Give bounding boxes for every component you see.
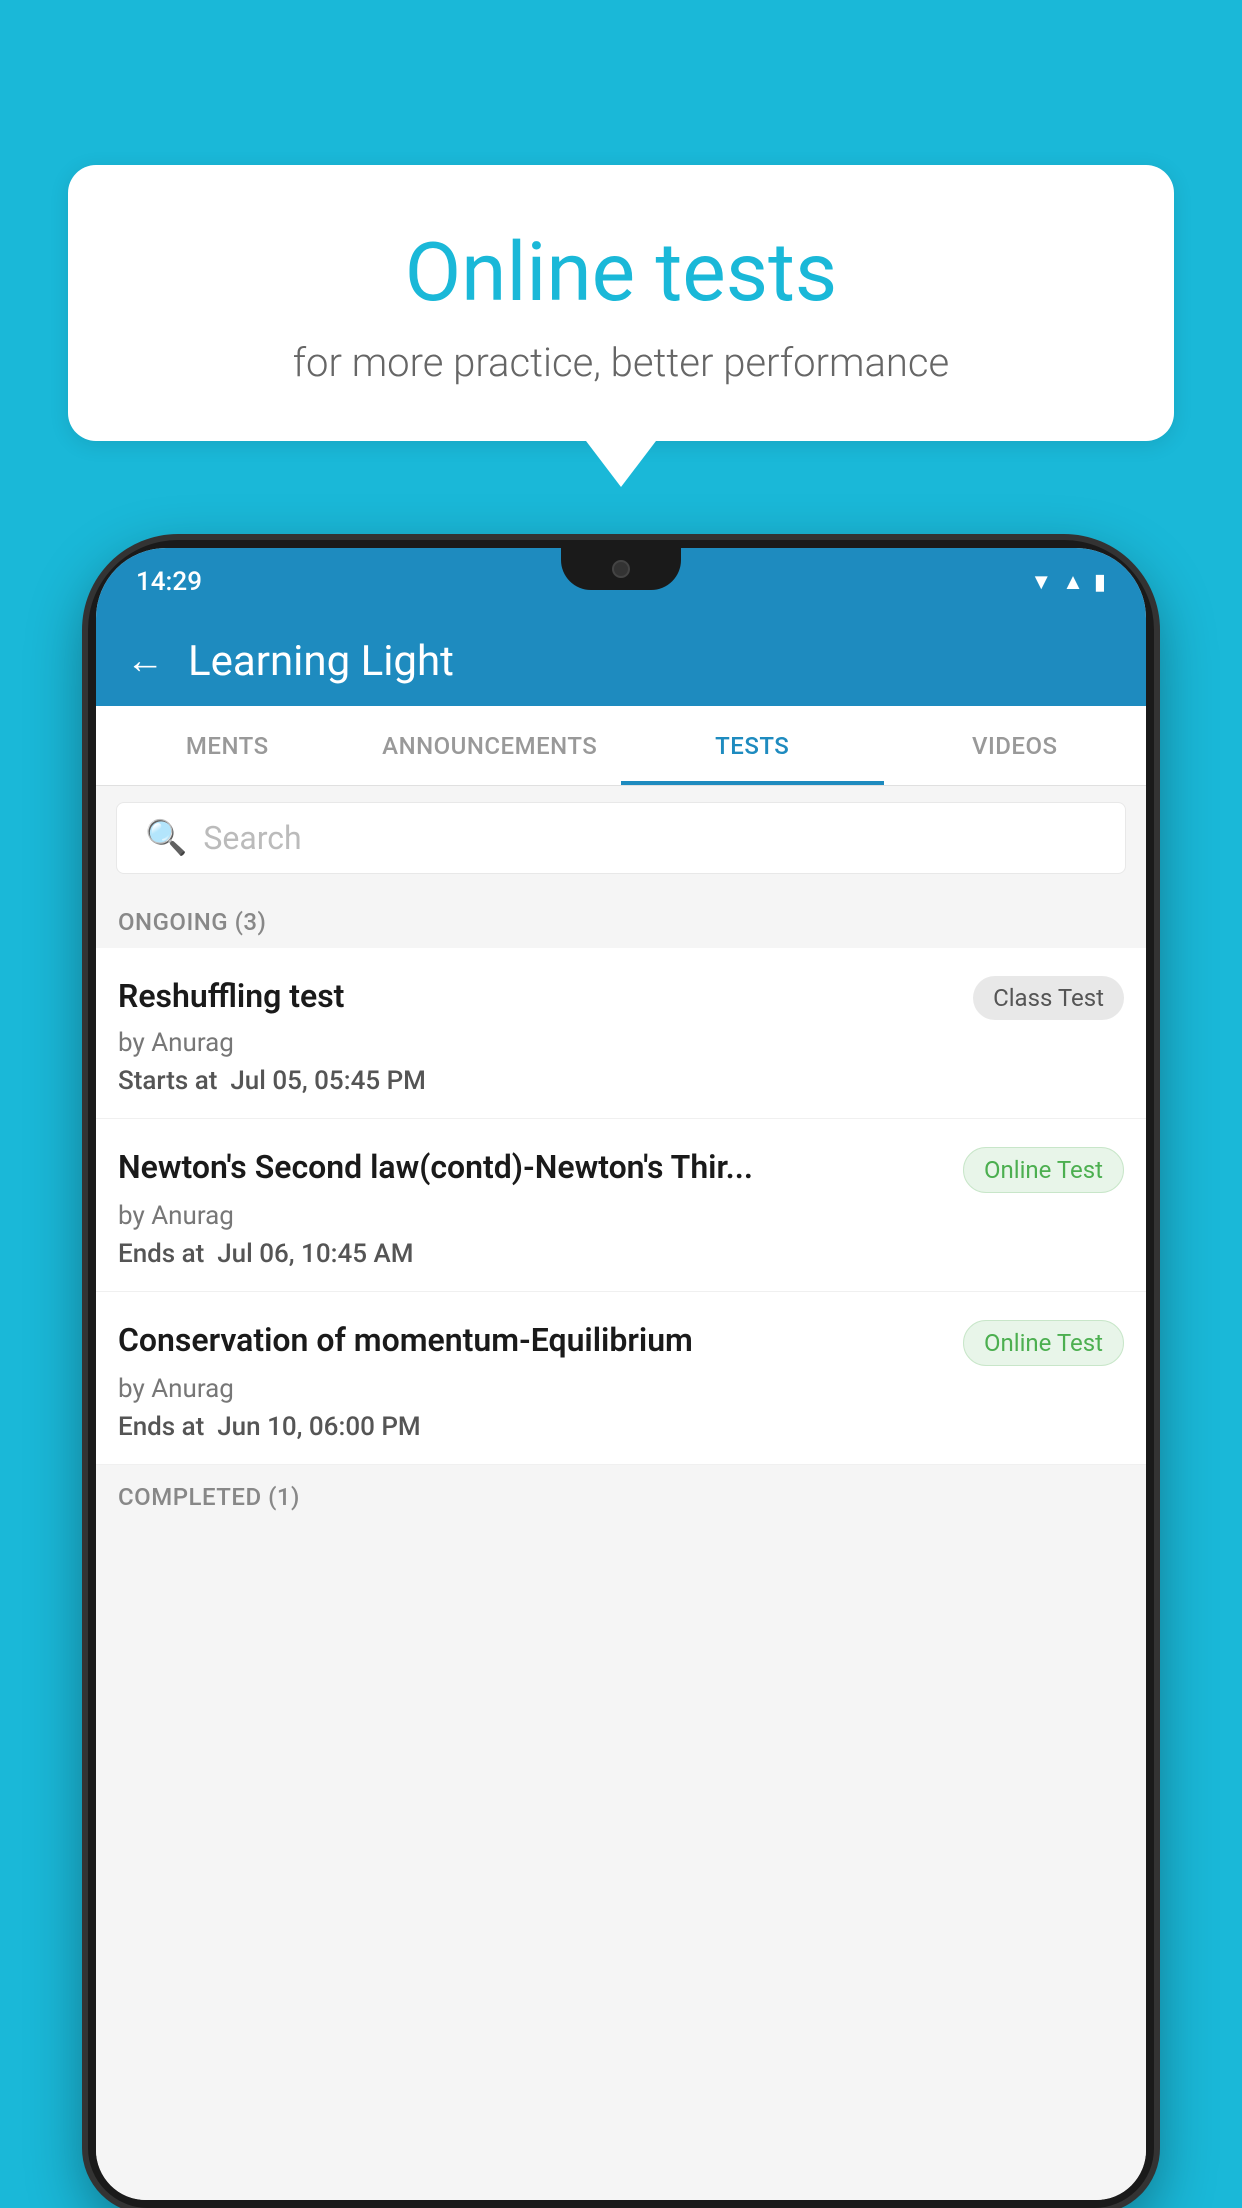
completed-section-header: COMPLETED (1) [96, 1465, 1146, 1523]
search-bar[interactable]: 🔍 Search [116, 802, 1126, 874]
content-area: ONGOING (3) Reshuffling test Class Test … [96, 890, 1146, 2200]
badge-online-test-3: Online Test [963, 1320, 1124, 1366]
wifi-icon: ▼ [1030, 569, 1052, 595]
status-time: 14:29 [136, 567, 202, 597]
bubble-subtitle: for more practice, better performance [118, 339, 1124, 386]
card-top-row-1: Reshuffling test Class Test [118, 976, 1124, 1020]
ongoing-section-header: ONGOING (3) [96, 890, 1146, 948]
battery-icon: ▮ [1094, 570, 1106, 595]
badge-online-test-2: Online Test [963, 1147, 1124, 1193]
search-placeholder: Search [203, 819, 301, 857]
test-card-3[interactable]: Conservation of momentum-Equilibrium Onl… [96, 1292, 1146, 1465]
search-container: 🔍 Search [96, 786, 1146, 890]
camera [612, 560, 630, 578]
badge-class-test-1: Class Test [973, 976, 1124, 1020]
tabs-bar: MENTS ANNOUNCEMENTS TESTS VIDEOS [96, 706, 1146, 786]
test-name-3: Conservation of momentum-Equilibrium [118, 1320, 963, 1362]
test-author-2: by Anurag [118, 1201, 1124, 1231]
tab-videos[interactable]: VIDEOS [884, 706, 1147, 785]
back-button[interactable]: ← [126, 639, 164, 683]
test-date-1: Starts at Jul 05, 05:45 PM [118, 1066, 1124, 1096]
tab-announcements[interactable]: ANNOUNCEMENTS [359, 706, 622, 785]
card-top-row-3: Conservation of momentum-Equilibrium Onl… [118, 1320, 1124, 1366]
test-name-1: Reshuffling test [118, 976, 973, 1018]
bubble-title: Online tests [118, 225, 1124, 321]
app-header: ← Learning Light [96, 616, 1146, 706]
card-top-row-2: Newton's Second law(contd)-Newton's Thir… [118, 1147, 1124, 1193]
signal-icon: ▲ [1062, 569, 1084, 595]
phone-frame: 14:29 ▼ ▲ ▮ ← Learning Light MENTS ANNOU… [88, 540, 1154, 2208]
tab-ments[interactable]: MENTS [96, 706, 359, 785]
test-date-3: Ends at Jun 10, 06:00 PM [118, 1412, 1124, 1442]
search-icon: 🔍 [145, 818, 187, 858]
notch [561, 548, 681, 590]
promo-bubble: Online tests for more practice, better p… [68, 165, 1174, 441]
test-date-2: Ends at Jul 06, 10:45 AM [118, 1239, 1124, 1269]
phone-screen: 14:29 ▼ ▲ ▮ ← Learning Light MENTS ANNOU… [96, 548, 1146, 2200]
app-title: Learning Light [188, 637, 454, 686]
test-card-2[interactable]: Newton's Second law(contd)-Newton's Thir… [96, 1119, 1146, 1292]
test-name-2: Newton's Second law(contd)-Newton's Thir… [118, 1147, 963, 1189]
status-bar: 14:29 ▼ ▲ ▮ [96, 548, 1146, 616]
tab-tests[interactable]: TESTS [621, 706, 884, 785]
test-author-3: by Anurag [118, 1374, 1124, 1404]
test-card-1[interactable]: Reshuffling test Class Test by Anurag St… [96, 948, 1146, 1119]
test-author-1: by Anurag [118, 1028, 1124, 1058]
status-icons: ▼ ▲ ▮ [1030, 569, 1106, 595]
